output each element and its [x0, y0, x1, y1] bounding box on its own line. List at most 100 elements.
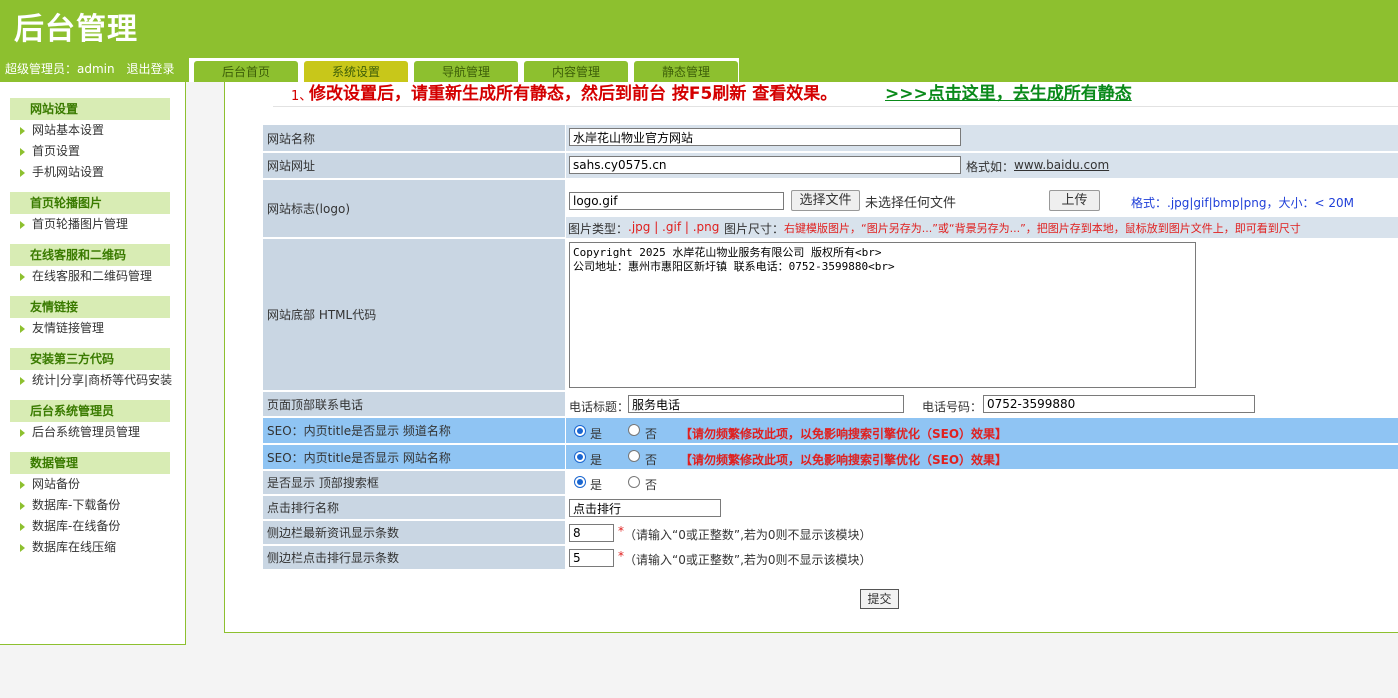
sidebar-group-title: 在线客服和二维码: [10, 244, 170, 266]
sidebar-item-code-install[interactable]: 统计|分享|商桥等代码安装: [10, 370, 172, 391]
triangle-right-icon: [20, 544, 25, 552]
field-label: SEO：内页title是否显示 频道名称: [263, 418, 565, 443]
count-hint: （请输入“0或正整数”,若为0则不显示该模块）: [624, 553, 872, 567]
triangle-right-icon: [20, 481, 25, 489]
radio-label: 否: [645, 478, 658, 492]
sidebar-group-title: 友情链接: [10, 296, 170, 318]
radio-label: 是: [590, 478, 603, 492]
user-bar: 超级管理员：admin 退出登录: [5, 60, 182, 77]
sidebar: 网站设置 网站基本设置 首页设置 手机网站设置 首页轮播图片 首页轮播图片管理 …: [0, 82, 186, 645]
count-hint: （请输入“0或正整数”,若为0则不显示该模块）: [624, 528, 872, 542]
image-types: .jpg | .gif | .png: [628, 220, 720, 234]
top-search-no-radio[interactable]: [628, 476, 640, 488]
field-label: 页面顶部联系电话: [263, 392, 565, 416]
row-logo: 网站标志(logo) 选择文件 未选择任何文件 上传 格式：.jpg|gif|b…: [263, 180, 1398, 238]
triangle-right-icon: [20, 127, 25, 135]
radio-label: 否: [645, 427, 658, 441]
image-type-label: 图片类型：: [568, 222, 629, 236]
seo-warning: 【请勿频繁修改此项，以免影响搜索引擎优化（SEO）效果】: [680, 453, 1008, 467]
sidebar-group-site-settings: 网站设置 网站基本设置 首页设置 手机网站设置: [10, 98, 170, 183]
sidebar-group-title: 首页轮播图片: [10, 192, 170, 214]
submit-button[interactable]: 提交: [860, 589, 899, 609]
sidebar-item-db-online-backup[interactable]: 数据库-在线备份: [10, 516, 170, 537]
triangle-right-icon: [20, 221, 25, 229]
triangle-right-icon: [20, 523, 25, 531]
radio-label: 是: [590, 427, 603, 441]
sidebar-group-title: 安装第三方代码: [10, 348, 170, 370]
logo-path-input[interactable]: [569, 192, 784, 210]
header: 后台管理 超级管理员：admin 退出登录 后台首页 系统设置 导航管理 内容管…: [0, 0, 1398, 82]
sidebar-group-third-party: 安装第三方代码 统计|分享|商桥等代码安装: [10, 348, 172, 391]
row-click-count: 侧边栏点击排行显示条数 * （请输入“0或正整数”,若为0则不显示该模块）: [263, 546, 1398, 570]
row-seo-channel: SEO：内页title是否显示 频道名称 是 否 【请勿频繁修改此项，以免影响搜…: [263, 418, 1398, 444]
user-label: 超级管理员：admin: [5, 62, 115, 76]
site-name-input[interactable]: [569, 128, 961, 146]
site-url-input[interactable]: [569, 156, 961, 174]
sidebar-item-mobile-settings[interactable]: 手机网站设置: [10, 162, 170, 183]
radio-label: 是: [590, 453, 603, 467]
seo-channel-yes-radio[interactable]: [574, 425, 586, 437]
no-file-chosen-text: 未选择任何文件: [865, 196, 957, 211]
notice-message: 修改设置后，请重新生成所有静态，然后到前台 按F5刷新 查看效果。: [309, 84, 838, 104]
phone-number-label: 电话号码：: [922, 400, 983, 414]
sidebar-item-service-manage[interactable]: 在线客服和二维码管理: [10, 266, 170, 287]
triangle-right-icon: [20, 429, 25, 437]
phone-title-input[interactable]: [628, 395, 904, 413]
field-label: SEO：内页title是否显示 网站名称: [263, 445, 565, 469]
sidebar-item-db-download-backup[interactable]: 数据库-下载备份: [10, 495, 170, 516]
app-logo: 后台管理: [14, 12, 138, 47]
seo-site-no-radio[interactable]: [628, 450, 640, 462]
sidebar-group-title: 数据管理: [10, 452, 170, 474]
footer-html-textarea[interactable]: [569, 242, 1196, 388]
top-search-yes-radio[interactable]: [574, 476, 586, 488]
field-label: 网站底部 HTML代码: [263, 239, 565, 390]
row-site-name: 网站名称: [263, 125, 1398, 152]
phone-number-input[interactable]: [983, 395, 1255, 413]
latest-count-input[interactable]: [569, 524, 614, 542]
sidebar-group-carousel: 首页轮播图片 首页轮播图片管理: [10, 192, 170, 235]
tab-home[interactable]: 后台首页: [194, 61, 298, 82]
sidebar-item-home-settings[interactable]: 首页设置: [10, 141, 170, 162]
field-label: 网站标志(logo): [263, 180, 565, 237]
field-label: 网站名称: [263, 125, 565, 151]
sidebar-item-basic-settings[interactable]: 网站基本设置: [10, 120, 170, 141]
triangle-right-icon: [20, 377, 25, 385]
phone-title-label: 电话标题：: [569, 400, 630, 414]
sidebar-item-admins-manage[interactable]: 后台系统管理员管理: [10, 422, 170, 443]
seo-site-yes-radio[interactable]: [574, 451, 586, 463]
url-format-example: www.baidu.com: [1014, 158, 1110, 172]
triangle-right-icon: [20, 325, 25, 333]
image-size-label: 图片尺寸：: [724, 222, 785, 236]
generate-static-link[interactable]: >>>点击这里，去生成所有静态: [885, 79, 1132, 104]
triangle-right-icon: [20, 169, 25, 177]
sidebar-group-data: 数据管理 网站备份 数据库-下载备份 数据库-在线备份 数据库在线压缩: [10, 452, 170, 558]
sidebar-group-links: 友情链接 友情链接管理: [10, 296, 170, 339]
logout-link[interactable]: 退出登录: [126, 62, 174, 76]
upload-button[interactable]: 上传: [1049, 190, 1100, 211]
radio-label: 否: [645, 453, 658, 467]
sidebar-item-db-compress[interactable]: 数据库在线压缩: [10, 537, 170, 558]
url-format-hint: 格式如：: [966, 160, 1015, 174]
sidebar-item-carousel-manage[interactable]: 首页轮播图片管理: [10, 214, 170, 235]
field-label: 网站网址: [263, 153, 565, 178]
field-label: 侧边栏点击排行显示条数: [263, 546, 565, 569]
logo-format-hint: 格式：.jpg|gif|bmp|png，大小：< 20M: [1131, 196, 1354, 210]
row-site-url: 网站网址 格式如： www.baidu.com: [263, 153, 1398, 179]
click-rank-name-input[interactable]: [569, 499, 721, 517]
sidebar-group-admins: 后台系统管理员 后台系统管理员管理: [10, 400, 170, 443]
field-label: 是否显示 顶部搜索框: [263, 471, 565, 494]
sidebar-group-title: 网站设置: [10, 98, 170, 120]
sidebar-item-site-backup[interactable]: 网站备份: [10, 474, 170, 495]
notice-bar: 1、 修改设置后，请重新生成所有静态，然后到前台 按F5刷新 查看效果。 >>>…: [273, 82, 1398, 107]
seo-channel-no-radio[interactable]: [628, 424, 640, 436]
image-size-hint: 右键模版图片，“图片另存为...”或“背景另存为...”，把图片存到本地，鼠标放…: [784, 222, 1301, 235]
choose-file-button[interactable]: 选择文件: [791, 190, 860, 211]
sidebar-group-title: 后台系统管理员: [10, 400, 170, 422]
click-count-input[interactable]: [569, 549, 614, 567]
field-label: 点击排行名称: [263, 496, 565, 519]
field-label: 侧边栏最新资讯显示条数: [263, 521, 565, 544]
row-top-phone: 页面顶部联系电话 电话标题： 电话号码：: [263, 392, 1398, 417]
sidebar-item-links-manage[interactable]: 友情链接管理: [10, 318, 170, 339]
row-top-search: 是否显示 顶部搜索框 是 否: [263, 471, 1398, 495]
row-seo-site: SEO：内页title是否显示 网站名称 是 否 【请勿频繁修改此项，以免影响搜…: [263, 445, 1398, 470]
